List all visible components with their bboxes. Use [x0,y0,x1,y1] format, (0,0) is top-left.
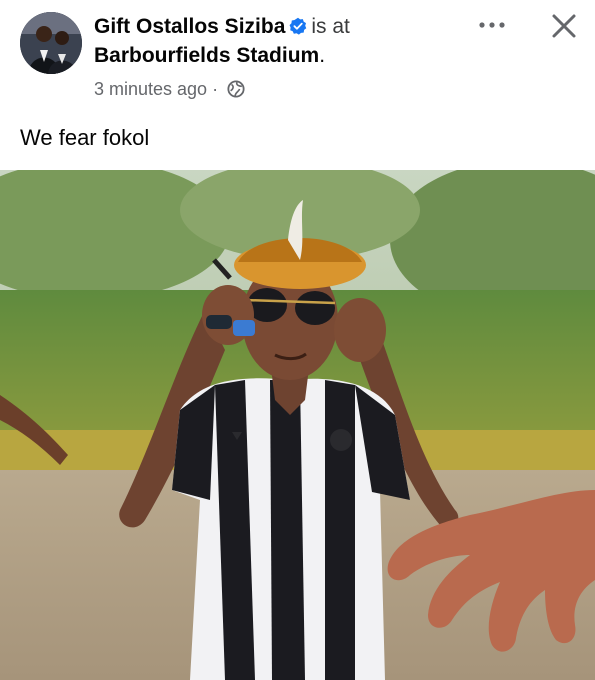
post-header: Gift Ostallos Siziba is at Barbourfields… [0,0,595,110]
place-suffix: . [319,44,326,67]
author-name[interactable]: Gift Ostallos Siziba [94,15,285,38]
more-options-icon[interactable] [474,12,510,38]
post-meta: 3 minutes ago · [94,78,245,100]
place-line: Barbourfields Stadium. [94,43,325,69]
post-text: We fear fokol [20,125,150,150]
checkin-prefix: is at [311,15,350,38]
author-avatar[interactable] [20,12,82,74]
checkin-place[interactable]: Barbourfields Stadium [94,44,319,67]
post-timestamp[interactable]: 3 minutes ago [94,79,207,99]
close-icon[interactable] [548,10,580,42]
globe-icon[interactable] [227,80,245,98]
author-line: Gift Ostallos Siziba is at [94,14,350,40]
post-photo[interactable] [0,170,595,680]
meta-separator: · [212,79,219,99]
verified-badge-icon [289,17,307,35]
